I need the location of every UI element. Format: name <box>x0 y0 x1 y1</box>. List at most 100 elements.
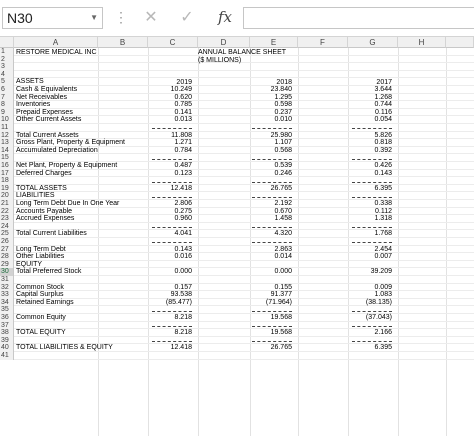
row-header[interactable]: 39 <box>0 336 14 345</box>
row-label[interactable]: Total Current Assets <box>16 132 79 140</box>
row-label[interactable]: EQUITY <box>16 261 42 269</box>
row-label[interactable]: Accumulated Depreciation <box>16 147 98 155</box>
value-cell-2018[interactable]: 0.568 <box>250 147 292 155</box>
value-cell-2018[interactable]: 0.000 <box>250 268 292 276</box>
value-cell-2018[interactable]: 2.863 <box>250 246 292 254</box>
value-cell-2019[interactable]: 12.418 <box>150 344 192 352</box>
value-cell-2018[interactable]: 0.670 <box>250 208 292 216</box>
column-header-d[interactable]: D <box>198 37 250 48</box>
column-header-g[interactable]: G <box>348 37 398 48</box>
row-header[interactable]: 35 <box>0 306 14 314</box>
row-label[interactable]: Other Liabilities <box>16 253 64 261</box>
cancel-icon[interactable]: ✕ <box>138 7 164 29</box>
value-cell-2019[interactable]: 0.620 <box>150 94 192 102</box>
row-label[interactable]: Long Term Debt Due In One Year <box>16 200 119 208</box>
value-cell-2018[interactable]: 0.010 <box>250 116 292 124</box>
formula-input[interactable] <box>243 7 474 29</box>
row-label[interactable]: Other Current Assets <box>16 116 81 124</box>
value-cell-2018[interactable]: 0.155 <box>250 284 292 292</box>
sheet-title[interactable]: ANNUAL BALANCE SHEET <box>198 49 286 57</box>
value-cell-2019[interactable]: 11.808 <box>150 132 192 140</box>
column-header-i[interactable] <box>446 37 474 48</box>
value-cell-2017[interactable]: 6.395 <box>350 185 392 193</box>
value-cell-2017[interactable]: 1.083 <box>350 291 392 299</box>
row-header[interactable]: 29 <box>0 260 14 269</box>
row-header[interactable]: 28 <box>0 253 14 261</box>
row-label[interactable]: Inventories <box>16 101 50 109</box>
row-header[interactable]: 38 <box>0 329 14 337</box>
row-header[interactable]: 31 <box>0 276 14 284</box>
row-header[interactable]: 21 <box>0 200 14 208</box>
row-header[interactable]: 36 <box>0 314 14 322</box>
row-header[interactable]: 20 <box>0 192 14 200</box>
column-header-h[interactable]: H <box>398 37 446 48</box>
row-label[interactable]: Prepaid Expenses <box>16 109 73 117</box>
value-cell-2017[interactable]: 0.007 <box>350 253 392 261</box>
row-label[interactable]: Capital Surplus <box>16 291 63 299</box>
value-cell-2017[interactable]: 0.338 <box>350 200 392 208</box>
value-cell-2018[interactable]: 2.192 <box>250 200 292 208</box>
value-cell-2018[interactable]: 4.320 <box>250 230 292 238</box>
row-label[interactable]: Net Plant, Property & Equipment <box>16 162 117 170</box>
select-all-corner[interactable] <box>0 37 14 48</box>
row-label[interactable]: LIABILITIES <box>16 192 55 200</box>
value-cell-2019[interactable]: 0.785 <box>150 101 192 109</box>
row-header[interactable]: 27 <box>0 245 14 254</box>
value-cell-2019[interactable]: 0.275 <box>150 208 192 216</box>
value-cell-2019[interactable]: 8.218 <box>150 314 192 322</box>
row-header[interactable]: 22 <box>0 207 14 216</box>
row-header[interactable]: 40 <box>0 344 14 352</box>
value-cell-2017[interactable]: 0.054 <box>350 116 392 124</box>
row-header[interactable]: 23 <box>0 215 14 223</box>
value-cell-2018[interactable]: 0.237 <box>250 109 292 117</box>
row-header[interactable]: 24 <box>0 222 14 231</box>
value-cell-2019[interactable]: 0.016 <box>150 253 192 261</box>
value-cell-2017[interactable]: 0.744 <box>350 101 392 109</box>
row-header[interactable]: 12 <box>0 131 14 140</box>
value-cell-2017[interactable]: (37.043) <box>350 314 392 322</box>
value-cell-2017[interactable]: 0.143 <box>350 170 392 178</box>
row-header[interactable]: 26 <box>0 238 14 246</box>
value-cell-2019[interactable]: 1.271 <box>150 139 192 147</box>
value-cell-2019[interactable]: 93.538 <box>150 291 192 299</box>
value-cell-2019[interactable]: 12.418 <box>150 185 192 193</box>
value-cell-2017[interactable]: (38.135) <box>350 299 392 307</box>
value-cell-2018[interactable]: 25.980 <box>250 132 292 140</box>
row-header[interactable]: 16 <box>0 162 14 170</box>
name-box[interactable]: N30 ▼ <box>2 7 103 29</box>
value-cell-2018[interactable]: 1.458 <box>250 215 292 223</box>
value-cell-2017[interactable]: 0.392 <box>350 147 392 155</box>
row-header[interactable]: 37 <box>0 321 14 330</box>
row-label[interactable]: Accounts Payable <box>16 208 72 216</box>
value-cell-2017[interactable]: 1.768 <box>350 230 392 238</box>
row-header[interactable]: 30 <box>0 268 14 276</box>
value-cell-2018[interactable]: 26.765 <box>250 344 292 352</box>
value-cell-2018[interactable]: 0.014 <box>250 253 292 261</box>
row-label[interactable]: Common Equity <box>16 314 66 322</box>
row-header[interactable]: 41 <box>0 352 14 360</box>
row-header[interactable]: 13 <box>0 139 14 147</box>
value-cell-2017[interactable]: 0.818 <box>350 139 392 147</box>
column-header-e[interactable]: E <box>250 37 298 48</box>
value-cell-2019[interactable]: 10.249 <box>150 86 192 94</box>
value-cell-2019[interactable]: 0.487 <box>150 162 192 170</box>
value-cell-2019[interactable]: 0.013 <box>150 116 192 124</box>
row-label[interactable]: TOTAL ASSETS <box>16 185 67 193</box>
row-header[interactable]: 17 <box>0 169 14 178</box>
value-cell-2017[interactable]: 0.426 <box>350 162 392 170</box>
value-cell-2019[interactable]: 8.218 <box>150 329 192 337</box>
value-cell-2019[interactable]: (85.477) <box>150 299 192 307</box>
value-cell-2019[interactable]: 4.041 <box>150 230 192 238</box>
value-cell-2019[interactable]: 0.141 <box>150 109 192 117</box>
value-cell-2017[interactable]: 2.454 <box>350 246 392 254</box>
value-cell-2019[interactable]: 0.157 <box>150 284 192 292</box>
value-cell-2017[interactable]: 0.116 <box>350 109 392 117</box>
column-header-c[interactable]: C <box>148 37 198 48</box>
row-header[interactable]: 5 <box>0 78 14 86</box>
value-cell-2019[interactable]: 0.123 <box>150 170 192 178</box>
row-header[interactable]: 33 <box>0 291 14 299</box>
row-header[interactable]: 32 <box>0 283 14 292</box>
value-cell-2017[interactable]: 39.209 <box>350 268 392 276</box>
row-label[interactable]: Deferred Charges <box>16 170 72 178</box>
value-cell-2018[interactable]: 26.765 <box>250 185 292 193</box>
